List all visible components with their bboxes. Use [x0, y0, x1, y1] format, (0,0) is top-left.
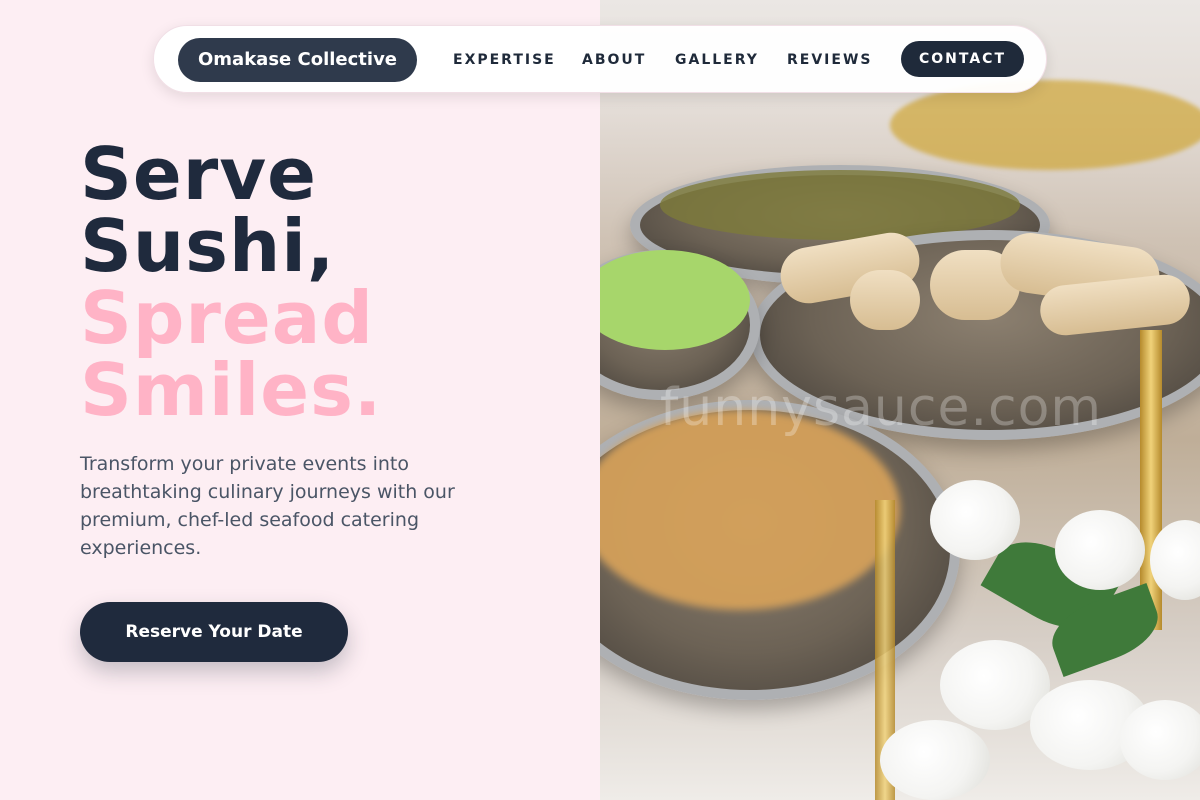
- nav-link-gallery[interactable]: GALLERY: [675, 51, 759, 69]
- back-tray-food: [890, 80, 1200, 170]
- hero-subtitle: Transform your private events into breat…: [80, 453, 455, 559]
- hero-title-highlight: Smiles.: [80, 348, 383, 432]
- hero-title-line: Sushi,: [80, 204, 336, 288]
- white-flower: [880, 720, 990, 800]
- nav-link-expertise[interactable]: EXPERTISE: [453, 51, 556, 69]
- catering-buffet-photo: [600, 0, 1200, 800]
- top-navigation: Omakase Collective EXPERTISE ABOUT GALLE…: [153, 25, 1047, 93]
- white-flower: [1055, 510, 1145, 590]
- white-flower: [1120, 700, 1200, 780]
- nav-link-reviews[interactable]: REVIEWS: [787, 51, 872, 69]
- reserve-date-button[interactable]: Reserve Your Date: [80, 602, 348, 662]
- hero-title-line: Serve: [80, 132, 317, 216]
- nav-link-about[interactable]: ABOUT: [582, 51, 646, 69]
- contact-button[interactable]: CONTACT: [901, 41, 1024, 77]
- white-flower: [930, 480, 1020, 560]
- spring-roll: [850, 270, 920, 330]
- hero-title-highlight: Spread: [80, 276, 374, 360]
- brand-logo[interactable]: Omakase Collective: [178, 38, 418, 82]
- hero-title: Serve Sushi, Spread Smiles.: [80, 138, 382, 426]
